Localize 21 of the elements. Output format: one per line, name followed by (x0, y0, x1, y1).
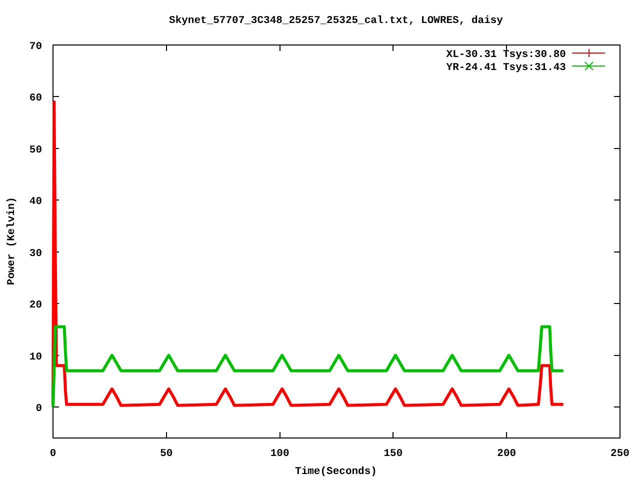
y-axis-label: Power (Kelvin) (6, 196, 18, 286)
x-tick-label: 200 (497, 448, 516, 460)
chart-title: Skynet_57707_3C348_25257_25325_cal.txt, LOWRES, daisy (169, 15, 503, 27)
legend-cross-line-icon (572, 62, 606, 70)
legend-plus-line-icon (572, 48, 606, 58)
x-tick-label: 50 (160, 448, 173, 460)
y-tick-label: 50 (29, 144, 42, 156)
y-tick-label: 30 (29, 248, 42, 260)
y-tick-label: 60 (29, 92, 42, 105)
y-tick-label: 0 (36, 402, 42, 415)
x-tick-label: 150 (384, 448, 403, 460)
y-tick-label: 20 (29, 300, 42, 312)
y-tick-label: 10 (29, 351, 42, 364)
legend-label: YR-24.41 Tsys:31.43 (446, 62, 566, 74)
x-tick-label: 250 (610, 448, 630, 460)
y-tick-label: 70 (29, 41, 42, 53)
x-axis-label: Time(Seconds) (295, 466, 377, 478)
legend-label: XL-30.31 Tsys:30.80 (446, 49, 566, 61)
y-tick-label: 40 (29, 196, 42, 208)
x-tick-label: 0 (50, 448, 56, 460)
x-tick-label: 100 (270, 448, 290, 460)
